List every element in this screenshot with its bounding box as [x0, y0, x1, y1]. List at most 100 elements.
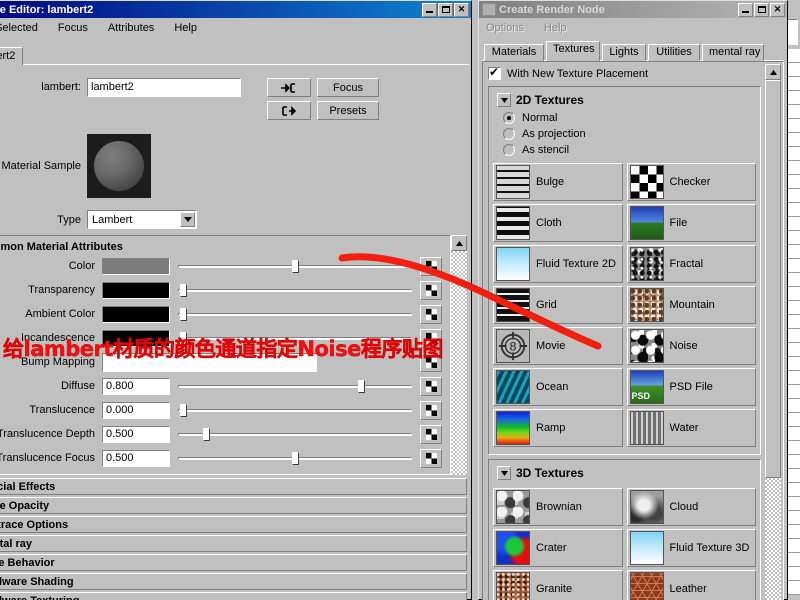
placement-option-as-stencil[interactable]: As stencil [493, 142, 756, 158]
placement-option-as-projection[interactable]: As projection [493, 126, 756, 142]
scroll-up-icon[interactable] [765, 64, 781, 80]
minimize-icon[interactable] [738, 2, 753, 17]
texture-item-mountain[interactable]: Mountain [626, 286, 756, 324]
map-texture-button[interactable] [420, 448, 442, 468]
slider-thumb[interactable] [179, 307, 187, 321]
texture-item-brownian[interactable]: Brownian [493, 488, 623, 526]
attribute-editor-titlebar[interactable]: ttribute Editor: lambert2 ✕ [0, 1, 471, 18]
tab-materials[interactable]: Materials [484, 44, 544, 61]
tab-mental-ray[interactable]: mental ray [702, 44, 764, 61]
map-texture-button[interactable] [420, 424, 442, 444]
attribute-slider[interactable] [178, 402, 412, 419]
attribute-slider[interactable] [178, 306, 412, 323]
scroll-up-icon[interactable] [451, 235, 467, 251]
presets-button[interactable]: Presets [317, 101, 379, 120]
map-texture-button[interactable] [420, 304, 442, 324]
collapsed-section-bar[interactable]: Matte Opacity [0, 497, 467, 514]
radio-icon[interactable] [503, 112, 515, 124]
menu-item-options[interactable]: Options [483, 21, 527, 35]
placement-option-normal[interactable]: Normal [493, 110, 756, 126]
attribute-slider[interactable] [178, 378, 412, 395]
tab-utilities[interactable]: Utilities [648, 44, 700, 61]
texture-item-cloud[interactable]: Cloud [626, 488, 756, 526]
attribute-value-input[interactable]: 0.000 [102, 401, 170, 419]
material-sample-swatch[interactable] [87, 134, 151, 198]
attribute-scrollbar[interactable] [451, 235, 467, 475]
minimize-icon[interactable] [422, 2, 437, 17]
checkbox-icon[interactable] [488, 65, 501, 80]
with-new-texture-placement-checkbox[interactable]: With New Texture Placement [488, 65, 761, 82]
menu-item-help[interactable]: Help [171, 21, 200, 35]
scroll-thumb[interactable] [765, 80, 781, 478]
attribute-slider[interactable] [178, 450, 412, 467]
texture-item-water[interactable]: Water [626, 409, 756, 447]
create-render-node-titlebar[interactable]: Create Render Node ✕ [479, 1, 787, 18]
menu-item-focus[interactable]: Focus [55, 21, 91, 35]
node-in-icon[interactable] [267, 78, 311, 97]
color-swatch[interactable] [102, 305, 170, 323]
tab-lambert2[interactable]: ambert2 [0, 47, 24, 66]
texture-item-movie[interactable]: 8 Movie [493, 327, 623, 365]
texture-item-grid[interactable]: Grid [493, 286, 623, 324]
tab-lights[interactable]: Lights [602, 44, 646, 61]
texture-item-fluid-texture-3d[interactable]: Fluid Texture 3D [626, 529, 756, 567]
chevron-down-icon[interactable] [180, 212, 195, 227]
collapsed-section-bar[interactable]: Raytrace Options [0, 516, 467, 533]
radio-icon[interactable] [503, 128, 515, 140]
texture-item-noise[interactable]: Noise [626, 327, 756, 365]
close-icon[interactable]: ✕ [770, 2, 785, 17]
section-3d-textures-header[interactable]: 3D Textures [493, 463, 756, 483]
texture-item-bulge[interactable]: Bulge [493, 163, 623, 201]
render-node-scrollbar[interactable] [765, 62, 783, 600]
map-texture-button[interactable] [420, 280, 442, 300]
texture-item-cloth[interactable]: Cloth [493, 204, 623, 242]
collapsed-section-bar[interactable]: Special Effects [0, 478, 467, 495]
menu-item-selected[interactable]: Selected [0, 21, 41, 35]
map-texture-button[interactable] [420, 256, 442, 276]
map-texture-button[interactable] [420, 376, 442, 396]
texture-item-ramp[interactable]: Ramp [493, 409, 623, 447]
attribute-value-input[interactable]: 0.500 [102, 425, 170, 443]
collapsed-section-bar[interactable]: Node Behavior [0, 554, 467, 571]
menu-item-attributes[interactable]: Attributes [105, 21, 157, 35]
material-type-select[interactable]: Lambert [87, 210, 197, 229]
node-out-icon[interactable] [267, 101, 311, 120]
attribute-slider[interactable] [178, 426, 412, 443]
texture-item-checker[interactable]: Checker [626, 163, 756, 201]
menu-item-help[interactable]: Help [541, 21, 570, 35]
slider-thumb[interactable] [203, 427, 211, 441]
chevron-down-icon[interactable] [497, 93, 511, 107]
attribute-value-input[interactable]: 0.800 [102, 377, 170, 395]
map-texture-button[interactable] [420, 400, 442, 420]
color-swatch[interactable] [102, 257, 170, 275]
attribute-value-input[interactable]: 0.500 [102, 449, 170, 467]
close-icon[interactable]: ✕ [454, 2, 469, 17]
color-swatch[interactable] [102, 281, 170, 299]
collapsed-section-bar[interactable]: mental ray [0, 535, 467, 552]
material-name-input[interactable]: lambert2 [87, 78, 241, 97]
maximize-icon[interactable] [754, 2, 769, 17]
focus-button[interactable]: Focus [317, 78, 379, 97]
texture-item-file[interactable]: File [626, 204, 756, 242]
section-2d-textures-header[interactable]: 2D Textures [493, 90, 756, 110]
texture-item-psd-file[interactable]: PSD PSD File [626, 368, 756, 406]
attribute-slider[interactable] [178, 258, 412, 275]
slider-thumb[interactable] [357, 379, 365, 393]
texture-item-fractal[interactable]: Fractal [626, 245, 756, 283]
texture-item-leather[interactable]: Leather [626, 570, 756, 600]
texture-item-crater[interactable]: Crater [493, 529, 623, 567]
chevron-down-icon[interactable] [497, 466, 511, 480]
slider-thumb[interactable] [179, 283, 187, 297]
radio-icon[interactable] [503, 144, 515, 156]
slider-thumb[interactable] [292, 451, 299, 465]
tab-textures[interactable]: Textures [546, 41, 600, 61]
texture-item-granite[interactable]: Granite [493, 570, 623, 600]
slider-thumb[interactable] [179, 403, 187, 417]
slider-thumb[interactable] [292, 259, 299, 273]
window-menu-icon[interactable] [482, 3, 496, 16]
texture-item-ocean[interactable]: Ocean [493, 368, 623, 406]
collapsed-section-bar[interactable]: Hardware Texturing [0, 592, 467, 600]
collapsed-section-bar[interactable]: Hardware Shading [0, 573, 467, 590]
maximize-icon[interactable] [438, 2, 453, 17]
texture-item-fluid-texture-2d[interactable]: Fluid Texture 2D [493, 245, 623, 283]
